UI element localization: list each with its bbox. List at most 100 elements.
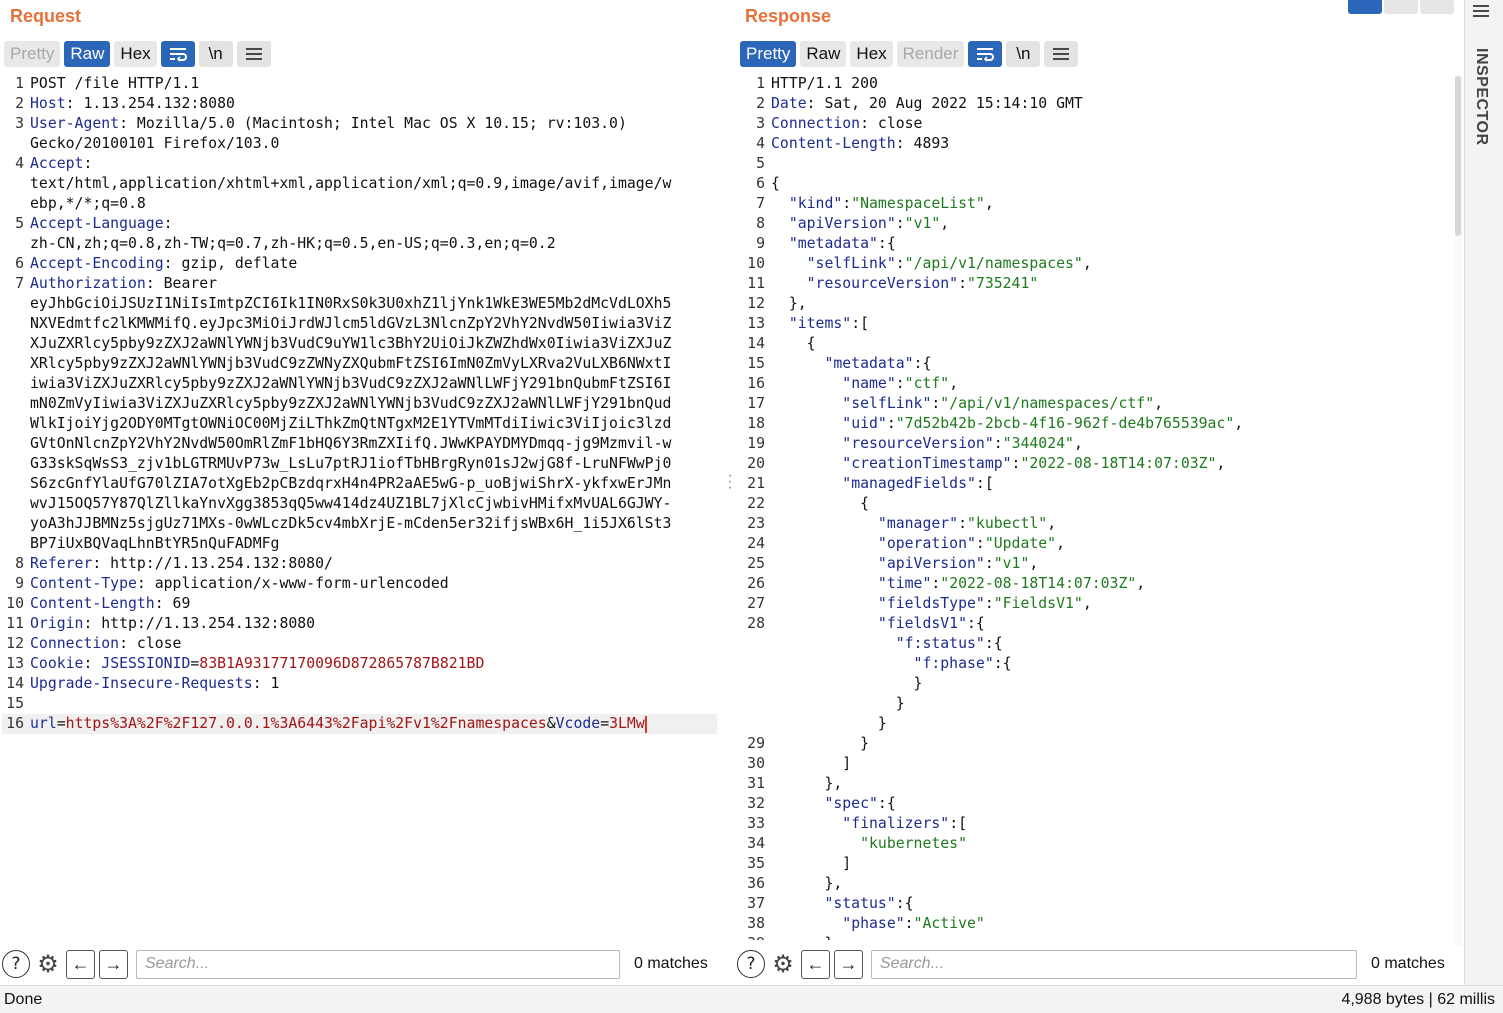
help-icon[interactable]: ? xyxy=(737,950,765,978)
token: XJuZXRlcy5pby9zZXJ2aWNlYWNjb3VudC9uYW1lc… xyxy=(30,335,672,352)
token: { xyxy=(771,335,816,352)
previous-match-button[interactable]: ← xyxy=(801,949,830,979)
line-number: 24 xyxy=(747,535,765,552)
token: "2022-08-18T14:07:03Z" xyxy=(1020,455,1217,472)
response-show-newlines-button[interactable]: \n xyxy=(1006,41,1041,67)
response-line: 21 "managedFields":[ xyxy=(743,474,1453,494)
token: :[ xyxy=(949,815,968,832)
token: , xyxy=(1082,595,1092,612)
response-line: 6{ xyxy=(743,174,1453,194)
response-menu-button[interactable] xyxy=(1044,41,1079,67)
response-tab-pretty[interactable]: Pretty xyxy=(740,41,797,67)
token: : 1 xyxy=(252,675,280,692)
inspector-tab[interactable]: INSPECTOR xyxy=(1472,48,1490,146)
token: Accept-Language xyxy=(30,215,164,232)
hamburger-icon[interactable] xyxy=(1472,2,1492,23)
token: :{ xyxy=(967,615,985,632)
line-text: } xyxy=(771,694,905,714)
request-show-newlines-button[interactable]: \n xyxy=(198,41,233,67)
line-number: 18 xyxy=(747,415,765,432)
token: Connection xyxy=(30,635,120,652)
request-tab-pretty[interactable]: Pretty xyxy=(4,41,61,67)
token: :{ xyxy=(984,635,1003,652)
response-tab-hex[interactable]: Hex xyxy=(850,41,893,67)
token: } xyxy=(771,715,887,732)
line-number: 21 xyxy=(747,475,765,492)
layout-single-button[interactable] xyxy=(1420,0,1454,14)
response-line: 18 "uid":"7d52b42b-2bcb-4f16-962f-de4b76… xyxy=(743,414,1453,434)
line-number: 13 xyxy=(6,655,24,672)
line-number: 30 xyxy=(747,755,765,772)
request-line: 10 Content-Length: 69 xyxy=(2,594,717,614)
gear-icon[interactable]: ⚙ xyxy=(34,950,62,978)
next-match-button[interactable]: → xyxy=(834,949,863,979)
line-number: 3 xyxy=(15,115,24,132)
request-tab-raw[interactable]: Raw xyxy=(64,41,111,67)
line-number: 2 xyxy=(15,95,24,112)
token: : 4893 xyxy=(895,135,950,152)
request-menu-button[interactable] xyxy=(236,41,271,67)
request-wrap-lines-button[interactable] xyxy=(160,41,195,67)
hamburger-icon xyxy=(245,48,262,60)
token: Accept-Encoding xyxy=(30,255,164,272)
gear-icon[interactable]: ⚙ xyxy=(769,950,797,978)
pane-divider-handle[interactable]: · · · xyxy=(724,468,736,496)
line-text: "spec":{ xyxy=(771,794,895,814)
line-text: ebp,*/*;q=0.8 xyxy=(30,194,146,214)
line-text: Host: 1.13.254.132:8080 xyxy=(30,94,235,114)
token: url xyxy=(30,715,57,732)
line-text: ] xyxy=(771,854,851,874)
token: = xyxy=(190,655,200,672)
response-editor[interactable]: 1 HTTP/1.1 200 2 Date: Sat, 20 Aug 2022 15:… xyxy=(743,74,1453,940)
next-match-button[interactable]: → xyxy=(99,949,128,979)
line-number: 39 xyxy=(743,934,765,940)
request-search-input[interactable] xyxy=(136,949,620,979)
line-number: 1 xyxy=(15,75,24,92)
previous-match-button[interactable]: ← xyxy=(66,949,95,979)
line-text: "kubernetes" xyxy=(771,834,967,854)
response-search-input[interactable] xyxy=(871,949,1357,979)
token: :{ xyxy=(895,895,914,912)
response-scrollbar[interactable] xyxy=(1455,76,1463,946)
request-tab-hex[interactable]: Hex xyxy=(114,41,157,67)
line-text: Connection: close xyxy=(771,114,922,134)
request-line: wvJ15OQ57Y87QlZllkaYnvXgg3853qQ5ww414dz4… xyxy=(2,494,717,514)
token: "/api/v1/namespaces/ctf" xyxy=(940,395,1155,412)
line-text: "time":"2022-08-18T14:07:03Z", xyxy=(771,574,1145,594)
help-icon[interactable]: ? xyxy=(2,950,30,978)
token: : xyxy=(984,595,994,612)
line-number: 3 xyxy=(756,115,765,132)
line-text: } xyxy=(771,714,887,734)
line-number: 22 xyxy=(747,495,765,512)
response-tab-raw[interactable]: Raw xyxy=(800,41,847,67)
token: } xyxy=(771,735,869,752)
token: , xyxy=(1234,415,1244,432)
line-number: 16 xyxy=(6,715,24,732)
response-tab-render[interactable]: Render xyxy=(896,41,965,67)
line-number: 11 xyxy=(747,275,765,292)
token: "kind" xyxy=(788,195,843,212)
response-line: 16 "name":"ctf", xyxy=(743,374,1453,394)
request-toolbar: Pretty Raw Hex \n xyxy=(4,41,271,67)
request-editor[interactable]: 1 POST /file HTTP/1.1 2 Host: 1.13.254.132:… xyxy=(2,74,717,944)
token: } xyxy=(771,675,923,692)
request-line: S6zcGnfYlaUfG70lZIA7otXgEb2pCBzdqrxH4n4P… xyxy=(2,474,717,494)
line-text: "resourceVersion":"344024", xyxy=(771,434,1083,454)
request-search-bar: ? ⚙ ← → 0 matches xyxy=(2,947,708,981)
token: : xyxy=(163,215,173,232)
response-line: 31 }, xyxy=(743,774,1453,794)
token: "selfLink" xyxy=(806,255,896,272)
response-wrap-lines-button[interactable] xyxy=(968,41,1003,67)
response-scrollbar-thumb[interactable] xyxy=(1455,76,1461,236)
layout-stacked-button[interactable] xyxy=(1384,0,1418,14)
response-line: 2 Date: Sat, 20 Aug 2022 15:14:10 GMT xyxy=(743,94,1453,114)
line-number: 9 xyxy=(756,235,765,252)
layout-side-by-side-button[interactable] xyxy=(1348,0,1382,14)
